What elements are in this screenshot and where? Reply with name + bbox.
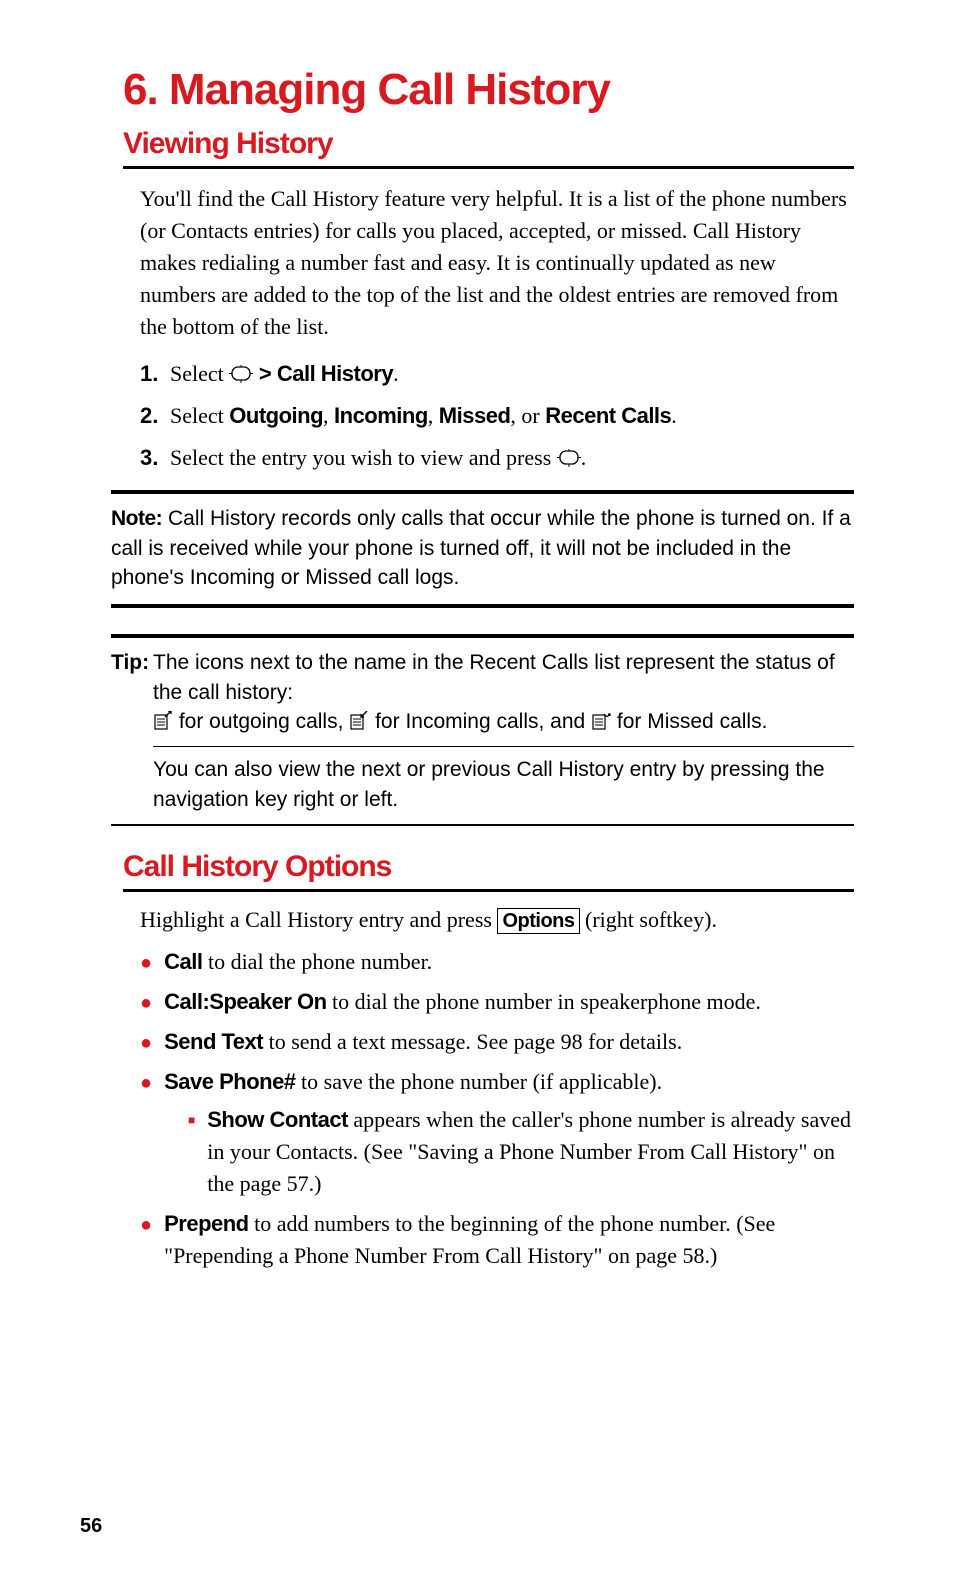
steps-list: 1. Select > Call History. 2. Select Outg… [140,358,854,474]
bullet-icon: ● [140,1211,152,1272]
list-item: ● Save Phone# to save the phone number (… [140,1066,854,1200]
text: for Missed calls. [611,710,767,733]
page-number: 56 [80,1515,102,1538]
option-desc: to add numbers to the beginning of the p… [164,1211,775,1268]
option-desc: to dial the phone number. [202,949,432,974]
step-3: 3. Select the entry you wish to view and… [140,442,854,474]
text: for outgoing calls, [173,710,349,733]
text: . [393,361,399,386]
bold-text: > Call History [253,361,393,386]
option-name: Save Phone# [164,1069,295,1094]
option-desc: to dial the phone number in speakerphone… [327,989,761,1014]
bold-text: Outgoing [229,403,323,428]
section-heading-options: Call History Options [123,850,854,892]
option-name: Call:Speaker On [164,989,326,1014]
text: Highlight a Call History entry and press [140,907,497,932]
note-callout: Note: Call History records only calls th… [111,490,854,608]
option-name: Prepend [164,1211,249,1236]
bold-text: Missed [439,403,511,428]
step-body: Select > Call History. [170,358,399,390]
step-body: Select Outgoing, Incoming, Missed, or Re… [170,400,677,432]
list-item: ● Call to dial the phone number. [140,946,854,978]
ok-key-icon [229,360,253,378]
step-2: 2. Select Outgoing, Incoming, Missed, or… [140,400,854,432]
note-label: Note: [111,507,162,530]
text: . [671,403,677,428]
text: (right softkey). [580,907,717,932]
bullet-icon: ● [140,1029,152,1058]
text: Select the entry you wish to view and pr… [170,445,557,470]
missed-call-icon [591,710,611,730]
step-1: 1. Select > Call History. [140,358,854,390]
incoming-call-icon [349,710,369,730]
section-heading-text: Call History Options [123,850,854,889]
tip-content: The icons next to the name in the Recent… [153,648,854,736]
text: . [581,445,587,470]
option-name: Call [164,949,202,974]
section-heading-viewing: Viewing History [123,127,854,169]
tip-label: Tip: [111,648,153,736]
option-desc: to save the phone number (if applicable)… [296,1069,663,1094]
tip-line1: The icons next to the name in the Recent… [153,651,835,703]
options-intro: Highlight a Call History entry and press… [140,904,854,936]
bullet-icon: ● [140,989,152,1018]
text: , [323,403,334,428]
sub-list: ■ Show Contact appears when the caller's… [188,1104,854,1200]
text: , [428,403,439,428]
list-item: ● Prepend to add numbers to the beginnin… [140,1208,854,1272]
list-item: ■ Show Contact appears when the caller's… [188,1104,854,1200]
step-number: 3. [140,442,170,474]
tip-line2: You can also view the next or previous C… [153,746,854,824]
outgoing-call-icon [153,710,173,730]
text: Select [170,361,229,386]
option-desc: to send a text message. See page 98 for … [263,1029,682,1054]
note-text: Call History records only calls that occ… [111,507,851,589]
option-name: Show Contact [207,1107,348,1132]
list-item: ● Call:Speaker On to dial the phone numb… [140,986,854,1018]
step-body: Select the entry you wish to view and pr… [170,442,586,474]
bold-text: Incoming [334,403,428,428]
bullet-icon: ■ [188,1112,195,1200]
text: for Incoming calls, and [369,710,591,733]
text: Select [170,403,229,428]
tip-callout: Tip: The icons next to the name in the R… [111,634,854,826]
step-number: 2. [140,400,170,432]
options-list: ● Call to dial the phone number. ● Call:… [140,946,854,1271]
bold-text: Recent Calls [545,403,671,428]
section-heading-text: Viewing History [123,127,854,166]
text: , or [510,403,545,428]
option-name: Send Text [164,1029,263,1054]
bullet-icon: ● [140,949,152,978]
list-item: ● Send Text to send a text message. See … [140,1026,854,1058]
bullet-icon: ● [140,1069,152,1098]
step-number: 1. [140,358,170,390]
options-softkey-label: Options [497,908,579,934]
intro-paragraph: You'll find the Call History feature ver… [140,183,854,342]
chapter-title: 6. Managing Call History [123,65,874,115]
ok-key-icon [557,444,581,462]
